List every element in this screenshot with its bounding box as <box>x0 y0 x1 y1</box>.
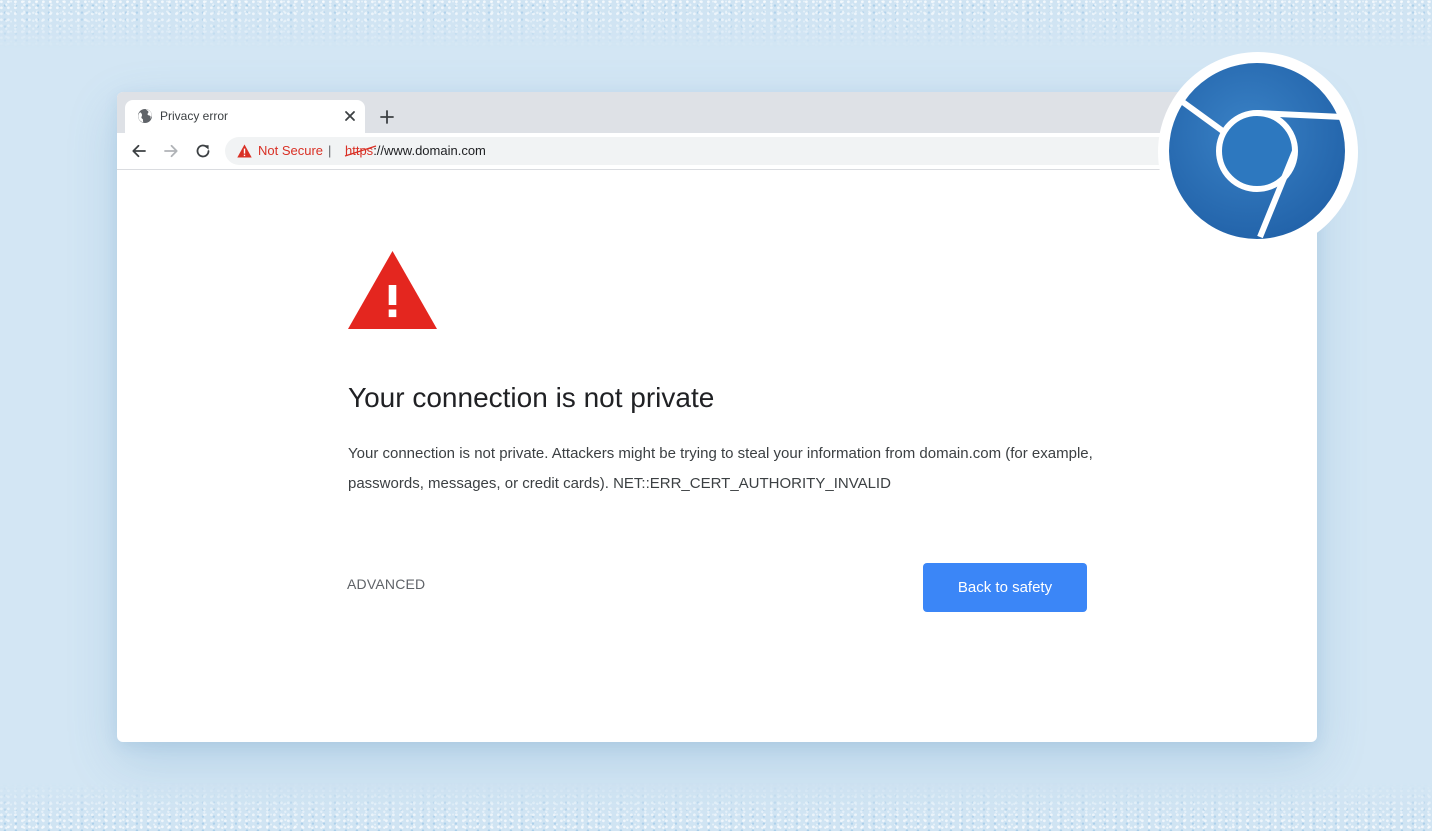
warning-icon[interactable] <box>237 144 252 158</box>
warning-triangle-icon <box>348 251 437 329</box>
tab-privacy-error[interactable]: Privacy error <box>125 100 365 133</box>
error-description: Your connection is not private. Attacker… <box>348 445 1093 492</box>
chrome-logo-icon <box>1158 52 1358 252</box>
scheme-strikethrough <box>344 145 377 157</box>
arrow-left-icon[interactable] <box>129 141 149 161</box>
page-title: Your connection is not private <box>348 382 715 413</box>
tab-strip: Privacy error <box>117 92 1317 133</box>
separator: | <box>328 143 332 158</box>
url-host: ://www.domain.com <box>373 143 486 158</box>
close-icon[interactable] <box>342 108 358 124</box>
browser-toolbar: Not Secure | https://www.domain.com <box>117 133 1317 170</box>
url-scheme: https <box>344 143 377 159</box>
background-texture-bottom <box>0 783 1432 831</box>
not-secure-label[interactable]: Not Secure <box>258 143 323 159</box>
tab-title: Privacy error <box>160 109 229 123</box>
address-bar[interactable]: Not Secure | https://www.domain.com <box>225 137 1315 165</box>
background-texture-top <box>0 0 1432 48</box>
globe-icon <box>138 109 152 123</box>
arrow-right-icon[interactable] <box>161 141 181 161</box>
advanced-link[interactable]: ADVANCED <box>347 575 425 593</box>
plus-icon[interactable] <box>377 107 397 127</box>
back-to-safety-button[interactable]: Back to safety <box>923 563 1087 612</box>
interstitial-content: Your connection is not private Your conn… <box>117 170 1317 742</box>
reload-icon[interactable] <box>193 141 213 161</box>
browser-window: Privacy error Not Secure | https://www.… <box>117 92 1317 742</box>
url-text[interactable]: https://www.domain.com <box>344 143 486 159</box>
